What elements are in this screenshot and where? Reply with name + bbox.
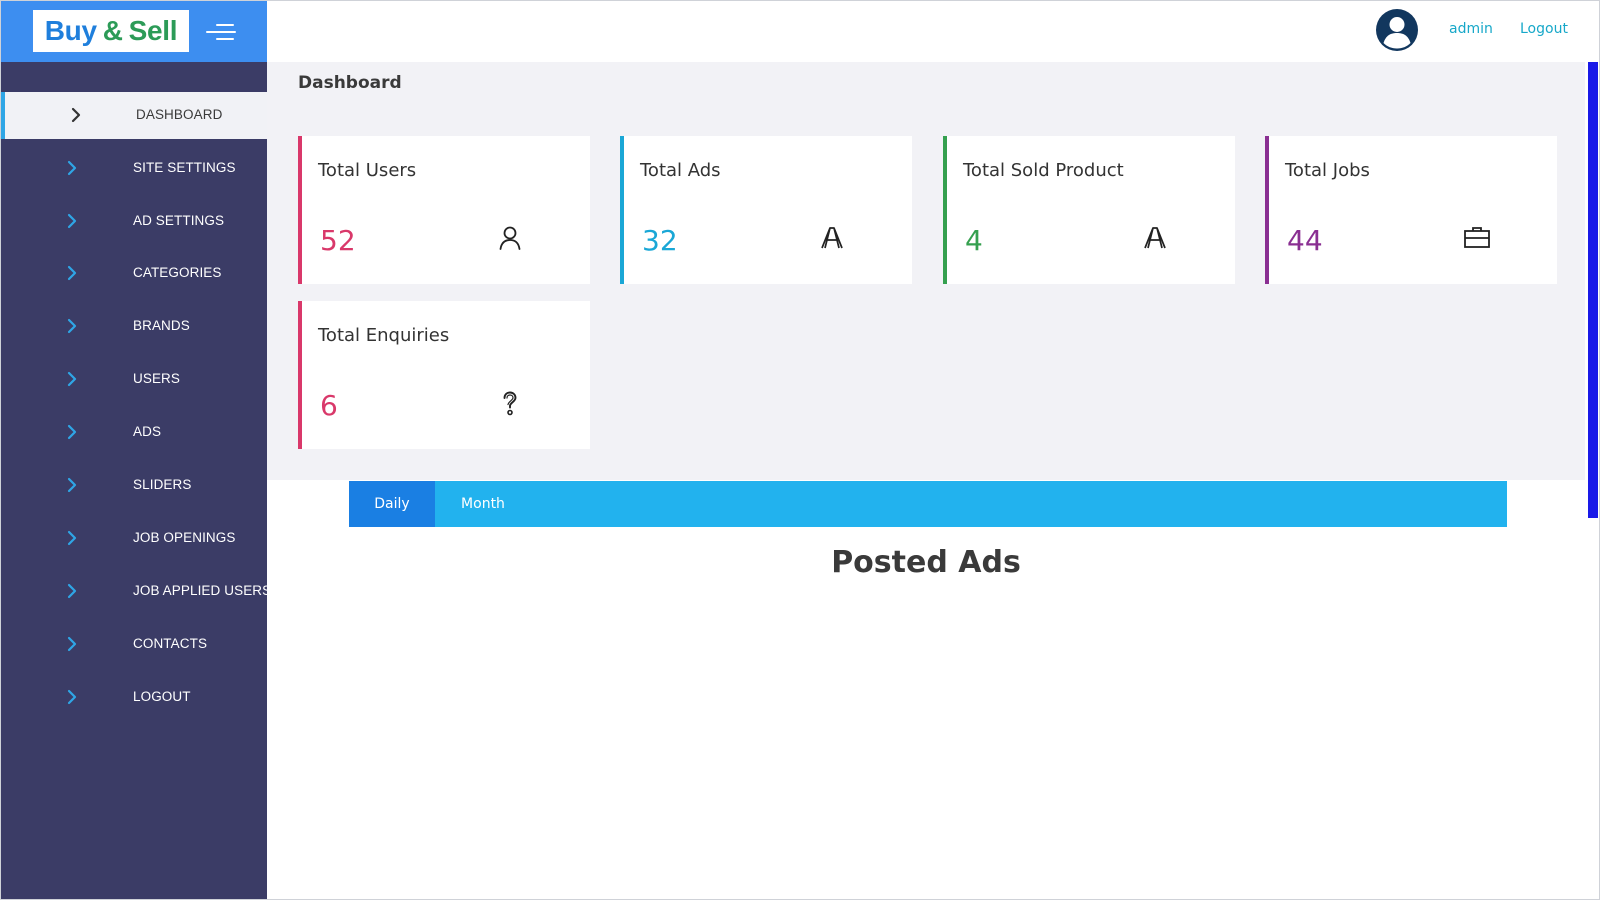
sidebar-item-sliders[interactable]: SLIDERS <box>1 462 267 509</box>
chevron-right-icon <box>67 530 77 546</box>
card-value: 52 <box>320 224 356 257</box>
chevron-right-icon <box>67 477 77 493</box>
sidebar-item-label: CONTACTS <box>133 636 208 651</box>
tab-daily[interactable]: Daily <box>349 481 435 527</box>
sidebar-item-users[interactable]: USERS <box>1 356 267 403</box>
chevron-right-icon <box>71 107 81 123</box>
sidebar-item-label: USERS <box>133 371 181 386</box>
sidebar-item-label: JOB OPENINGS <box>133 530 236 545</box>
chevron-right-icon <box>67 371 77 387</box>
card-title: Total Sold Product <box>963 160 1124 181</box>
sidebar-item-dashboard[interactable]: DASHBOARD <box>1 92 267 139</box>
letter-a-icon <box>821 227 843 249</box>
card-value: 6 <box>320 389 338 422</box>
menu-toggle-icon[interactable] <box>206 22 236 42</box>
tab-month[interactable]: Month <box>435 481 531 527</box>
sidebar-item-job-openings[interactable]: JOB OPENINGS <box>1 515 267 562</box>
brand-logo[interactable]: Buy & Sell <box>33 10 189 52</box>
briefcase-icon <box>1464 227 1490 248</box>
page-scrollbar[interactable] <box>1585 62 1599 899</box>
user-icon <box>499 226 521 250</box>
sidebar-item-label: ADS <box>133 424 162 439</box>
stat-card-total-jobs[interactable]: Total Jobs 44 <box>1265 136 1557 284</box>
dashboard-content: Dashboard Total Users 52 Total Ads 32 To… <box>267 62 1585 480</box>
username-link[interactable]: admin <box>1449 21 1493 37</box>
sidebar-item-job-applied-users[interactable]: JOB APPLIED USERS <box>1 568 271 615</box>
logo-area: Buy & Sell <box>1 1 267 62</box>
stat-card-total-enquiries[interactable]: Total Enquiries 6 <box>298 301 590 449</box>
logout-link[interactable]: Logout <box>1520 21 1568 37</box>
card-title: Total Users <box>318 160 417 181</box>
sidebar-item-label: LOGOUT <box>133 689 191 704</box>
sidebar-item-label: AD SETTINGS <box>133 213 225 228</box>
app-window: Buy & Sell admin Logout DASHBOARD SITE S… <box>0 0 1600 900</box>
sidebar-item-categories[interactable]: CATEGORIES <box>1 250 267 297</box>
chart-tabs: Daily Month <box>349 481 1507 527</box>
sidebar-item-site-settings[interactable]: SITE SETTINGS <box>1 145 267 192</box>
sidebar: DASHBOARD SITE SETTINGS AD SETTINGS CATE… <box>1 62 271 899</box>
sidebar-item-label: CATEGORIES <box>133 265 222 280</box>
page-title: Dashboard <box>298 73 402 93</box>
logo-text-sell: Sell <box>128 15 178 46</box>
sidebar-item-label: SITE SETTINGS <box>133 160 236 175</box>
sidebar-item-label: BRANDS <box>133 318 190 333</box>
chevron-right-icon <box>67 689 77 705</box>
user-circle-icon[interactable] <box>1375 8 1419 52</box>
logo-text-amp: & <box>102 15 123 46</box>
question-mark-icon <box>503 391 517 416</box>
card-title: Total Jobs <box>1285 160 1370 181</box>
sidebar-item-brands[interactable]: BRANDS <box>1 303 267 350</box>
scrollbar-thumb[interactable] <box>1588 62 1598 518</box>
top-bar: admin Logout <box>267 1 1599 62</box>
sidebar-item-label: JOB APPLIED USERS <box>133 583 272 598</box>
card-value: 44 <box>1287 224 1323 257</box>
sidebar-item-ads[interactable]: ADS <box>1 409 267 456</box>
stat-card-total-sold-product[interactable]: Total Sold Product 4 <box>943 136 1235 284</box>
chevron-right-icon <box>67 636 77 652</box>
chevron-right-icon <box>67 583 77 599</box>
chart-title: Posted Ads <box>831 545 1021 580</box>
stat-card-total-users[interactable]: Total Users 52 <box>298 136 590 284</box>
sidebar-item-label: SLIDERS <box>133 477 192 492</box>
chevron-right-icon <box>67 318 77 334</box>
sidebar-item-label: DASHBOARD <box>136 107 223 122</box>
chevron-right-icon <box>67 424 77 440</box>
sidebar-item-logout[interactable]: LOGOUT <box>1 674 267 721</box>
chevron-right-icon <box>67 265 77 281</box>
stat-card-total-ads[interactable]: Total Ads 32 <box>620 136 912 284</box>
card-title: Total Ads <box>640 160 721 181</box>
chevron-right-icon <box>67 160 77 176</box>
card-value: 32 <box>642 224 678 257</box>
chevron-right-icon <box>67 213 77 229</box>
card-value: 4 <box>965 224 983 257</box>
letter-a-icon <box>1144 227 1166 249</box>
sidebar-item-ad-settings[interactable]: AD SETTINGS <box>1 198 267 245</box>
card-title: Total Enquiries <box>318 325 450 346</box>
logo-text-buy: Buy <box>44 15 97 46</box>
sidebar-item-contacts[interactable]: CONTACTS <box>1 621 267 668</box>
